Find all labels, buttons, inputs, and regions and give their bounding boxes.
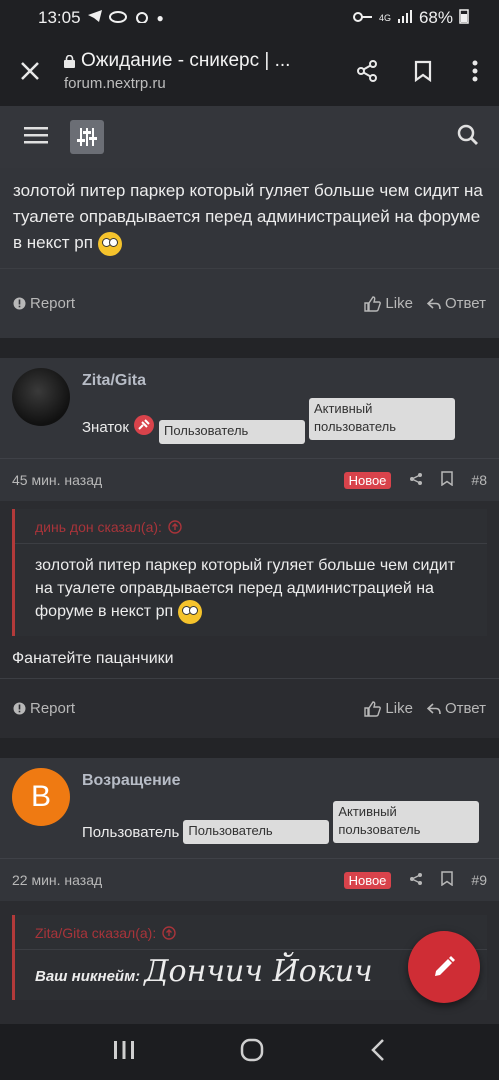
username[interactable]: Возращение <box>82 772 487 790</box>
quote-header[interactable]: динь дон сказал(а): <box>15 509 487 544</box>
close-icon <box>21 62 39 80</box>
battery-percent: 68% <box>418 8 453 27</box>
post-footer: Report Like Ответ <box>0 268 499 338</box>
page-title: Ожидание - сникерс | ... <box>81 50 291 71</box>
report-button[interactable]: Report <box>13 700 75 717</box>
new-badge: Новое <box>343 471 392 489</box>
quote-text: золотой питер паркер который гуляет боль… <box>15 544 487 636</box>
report-button[interactable]: Report <box>13 295 75 312</box>
user-banner: Пользователь <box>183 820 330 844</box>
kebab-menu-icon <box>472 60 478 82</box>
recent-apps-button[interactable] <box>113 1040 135 1065</box>
more-options-button[interactable] <box>451 36 499 106</box>
username[interactable]: Zita/Gita <box>82 372 487 390</box>
status-time: 13:05 <box>38 8 81 27</box>
app-notification-icon <box>108 8 127 28</box>
post-number[interactable]: #8 <box>471 472 487 488</box>
post-bookmark-button[interactable] <box>441 471 454 489</box>
reply-button[interactable]: Ответ <box>426 295 486 312</box>
thumbs-up-icon <box>364 700 382 717</box>
user-rank: Пользователь <box>82 823 180 841</box>
post-footer: Report Like Ответ <box>0 678 499 738</box>
post-meta: 45 мин. назад Новое #8 <box>0 459 499 501</box>
compose-reply-button[interactable] <box>408 931 480 1003</box>
new-badge: Новое <box>343 871 392 889</box>
post-separator <box>0 738 499 758</box>
arrow-up-circle-icon <box>162 926 176 940</box>
user-block: B Возращение Пользователь Пользователь А… <box>0 758 499 859</box>
post-time[interactable]: 45 мин. назад <box>12 472 102 488</box>
alert-icon <box>13 297 26 310</box>
recent-apps-icon <box>113 1040 134 1059</box>
rank-badge-icon <box>133 414 155 440</box>
status-bar: 13:05 ● 4G 68% <box>0 0 499 36</box>
search-icon <box>457 124 478 145</box>
bookmark-icon <box>414 60 432 82</box>
bookmark-icon <box>441 471 454 487</box>
home-button[interactable] <box>240 1038 264 1067</box>
share-button[interactable] <box>339 36 395 106</box>
thumbs-up-icon <box>364 295 382 312</box>
thread-content: золотой питер паркер который гуляет боль… <box>0 168 499 1024</box>
avatar[interactable] <box>12 368 70 426</box>
post-number[interactable]: #9 <box>471 872 487 888</box>
filter-settings-button[interactable] <box>70 120 104 154</box>
post-text: золотой питер паркер который гуляет боль… <box>0 168 499 262</box>
user-block: Zita/Gita Знаток Пользователь Активный п… <box>0 358 499 459</box>
arrow-up-circle-icon <box>168 520 182 534</box>
pencil-icon <box>435 956 455 976</box>
flushed-emoji-icon <box>177 600 202 624</box>
like-button[interactable]: Like <box>364 700 413 717</box>
weather-icon <box>133 8 151 28</box>
flushed-emoji-icon <box>97 231 122 256</box>
url-text: forum.nextrp.ru <box>64 75 166 92</box>
reply-button[interactable]: Ответ <box>426 700 486 717</box>
user-banner-active: Активный пользователь <box>333 801 480 843</box>
back-button[interactable] <box>370 1038 386 1067</box>
lock-icon <box>64 54 75 68</box>
network-type: 4G <box>378 13 391 23</box>
share-icon <box>357 60 377 82</box>
post-top: золотой питер паркер который гуляет боль… <box>0 168 499 338</box>
share-icon <box>410 872 423 885</box>
share-icon <box>410 472 423 485</box>
search-button[interactable] <box>457 124 479 151</box>
user-banner: Пользователь <box>158 420 305 444</box>
hamburger-icon <box>24 126 48 143</box>
user-banner-active: Активный пользователь <box>308 398 455 440</box>
forum-navbar <box>0 106 499 168</box>
close-tab-button[interactable] <box>0 36 60 106</box>
hamburger-menu-button[interactable] <box>20 122 52 153</box>
post-share-button[interactable] <box>409 472 423 489</box>
like-button[interactable]: Like <box>364 295 413 312</box>
dot-icon: ● <box>156 11 164 25</box>
sliders-icon <box>77 128 97 146</box>
reply-arrow-icon <box>426 702 441 714</box>
back-icon <box>371 1038 385 1061</box>
quote-block: динь дон сказал(а): золотой питер паркер… <box>12 509 487 636</box>
browser-toolbar: Ожидание - сникерс | ... forum.nextrp.ru <box>0 36 499 106</box>
system-navigation-bar <box>0 1024 499 1080</box>
key-icon <box>352 8 373 28</box>
alert-icon <box>13 702 26 715</box>
reply-arrow-icon <box>426 297 441 309</box>
post-8: Zita/Gita Знаток Пользователь Активный п… <box>0 358 499 738</box>
home-icon <box>241 1038 264 1061</box>
signal-icon <box>397 8 413 28</box>
bookmark-icon <box>441 871 454 887</box>
telegram-icon <box>87 8 103 28</box>
post-text: Фанатейте пацанчики <box>12 650 174 667</box>
url-block[interactable]: Ожидание - сникерс | ... forum.nextrp.ru <box>60 50 339 92</box>
bookmark-button[interactable] <box>395 36 451 106</box>
user-rank: Знаток <box>82 418 129 436</box>
post-separator <box>0 338 499 358</box>
avatar[interactable]: B <box>12 768 70 826</box>
post-meta: 22 мин. назад Новое #9 <box>0 859 499 901</box>
post-bookmark-button[interactable] <box>441 871 454 889</box>
battery-icon <box>459 8 469 29</box>
post-share-button[interactable] <box>409 872 423 889</box>
post-time[interactable]: 22 мин. назад <box>12 872 102 888</box>
